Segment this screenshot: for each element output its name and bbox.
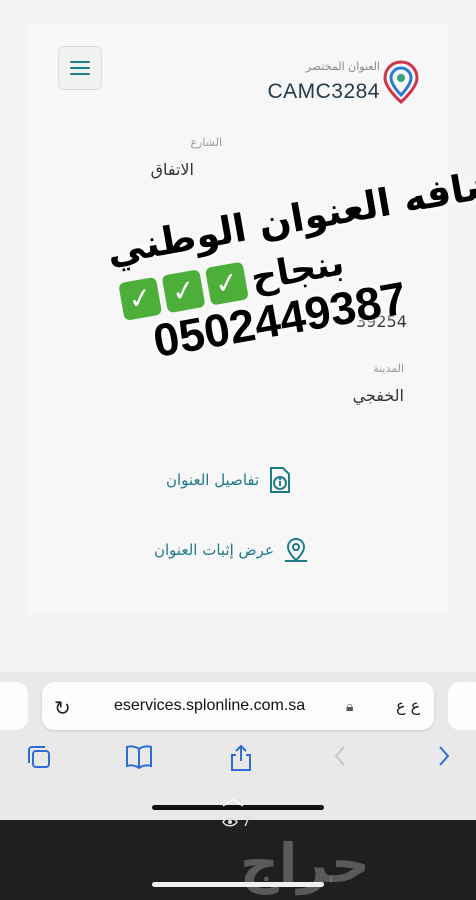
location-pin-logo-icon: [383, 60, 419, 104]
views-counter: 7: [222, 814, 251, 830]
city-label: المدينة: [373, 362, 404, 375]
tabs-icon[interactable]: [26, 744, 52, 776]
city-value: الخفجي: [352, 386, 404, 405]
menu-button[interactable]: [58, 46, 102, 90]
file-info-icon: [270, 467, 291, 493]
eye-icon: [222, 817, 238, 827]
share-icon[interactable]: [228, 744, 254, 778]
back-chevron-icon[interactable]: [332, 744, 348, 774]
app-bottom-area: [0, 820, 476, 900]
street-value: الاتفاق: [150, 160, 194, 179]
home-indicator[interactable]: [152, 882, 324, 887]
street-label: الشارع: [190, 136, 222, 149]
address-details-link[interactable]: تفاصيل العنوان: [166, 466, 293, 494]
short-address-code: CAMC3284: [267, 80, 380, 103]
url-text[interactable]: eservices.splonline.com.sa: [114, 697, 305, 715]
menu-icon-bar: [70, 61, 90, 63]
forward-chevron-icon[interactable]: [436, 744, 452, 774]
next-tab-preview[interactable]: [448, 682, 476, 730]
chevron-up-icon[interactable]: ︿: [222, 780, 244, 812]
book-icon[interactable]: [124, 744, 154, 776]
map-pin-icon: [284, 537, 307, 562]
address-details-label: تفاصيل العنوان: [166, 471, 260, 489]
text-size-button[interactable]: ع ع: [396, 696, 420, 715]
reload-icon[interactable]: ↻: [54, 696, 71, 720]
menu-icon-bar: [70, 67, 90, 69]
previous-tab-preview[interactable]: [0, 682, 28, 730]
views-count: 7: [242, 814, 251, 830]
lock-icon: 🔒︎: [346, 699, 354, 715]
address-proof-label: عرض إثبات العنوان: [154, 541, 274, 559]
short-address-label: العنوان المختصر: [305, 60, 380, 73]
address-proof-link[interactable]: عرض إثبات العنوان: [154, 536, 310, 564]
menu-icon-bar: [70, 73, 90, 75]
